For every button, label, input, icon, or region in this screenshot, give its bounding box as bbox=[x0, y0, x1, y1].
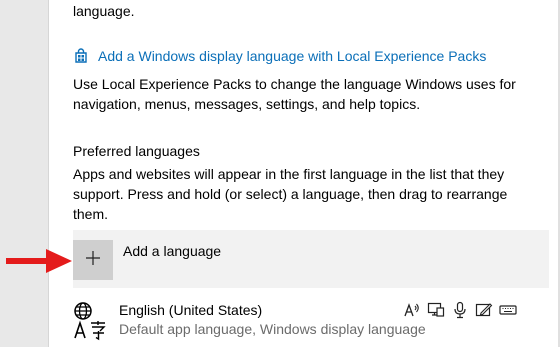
preferred-languages-title: Preferred languages bbox=[73, 143, 200, 159]
panel-divider bbox=[48, 0, 49, 347]
language-item-english-us[interactable]: English (United States) Default app lang… bbox=[73, 297, 549, 347]
add-language-button[interactable] bbox=[73, 240, 113, 280]
lep-description: Use Local Experience Packs to change the… bbox=[73, 76, 516, 112]
text-to-speech-icon bbox=[403, 301, 421, 319]
add-language-row[interactable]: Add a language bbox=[73, 230, 549, 288]
keyboard-icon bbox=[499, 301, 517, 319]
handwriting-icon bbox=[475, 301, 493, 319]
lep-link-label: Add a Windows display language with Loca… bbox=[98, 48, 487, 64]
speech-recognition-icon bbox=[451, 301, 469, 319]
lep-link[interactable]: Add a Windows display language with Loca… bbox=[73, 46, 486, 66]
display-language-icon bbox=[427, 301, 445, 319]
add-language-label: Add a language bbox=[123, 243, 222, 259]
preferred-languages-description: Apps and websites will appear in the fir… bbox=[73, 166, 508, 222]
store-bag-icon bbox=[73, 48, 89, 64]
language-feature-icons bbox=[403, 301, 517, 319]
language-name: English (United States) bbox=[119, 302, 263, 318]
left-panel bbox=[0, 0, 48, 347]
language-subtitle: Default app language, Windows display la… bbox=[119, 321, 426, 337]
top-text: language. bbox=[73, 3, 135, 19]
language-icon bbox=[73, 301, 107, 341]
plus-icon bbox=[85, 250, 101, 271]
red-arrow-annotation bbox=[6, 249, 72, 273]
